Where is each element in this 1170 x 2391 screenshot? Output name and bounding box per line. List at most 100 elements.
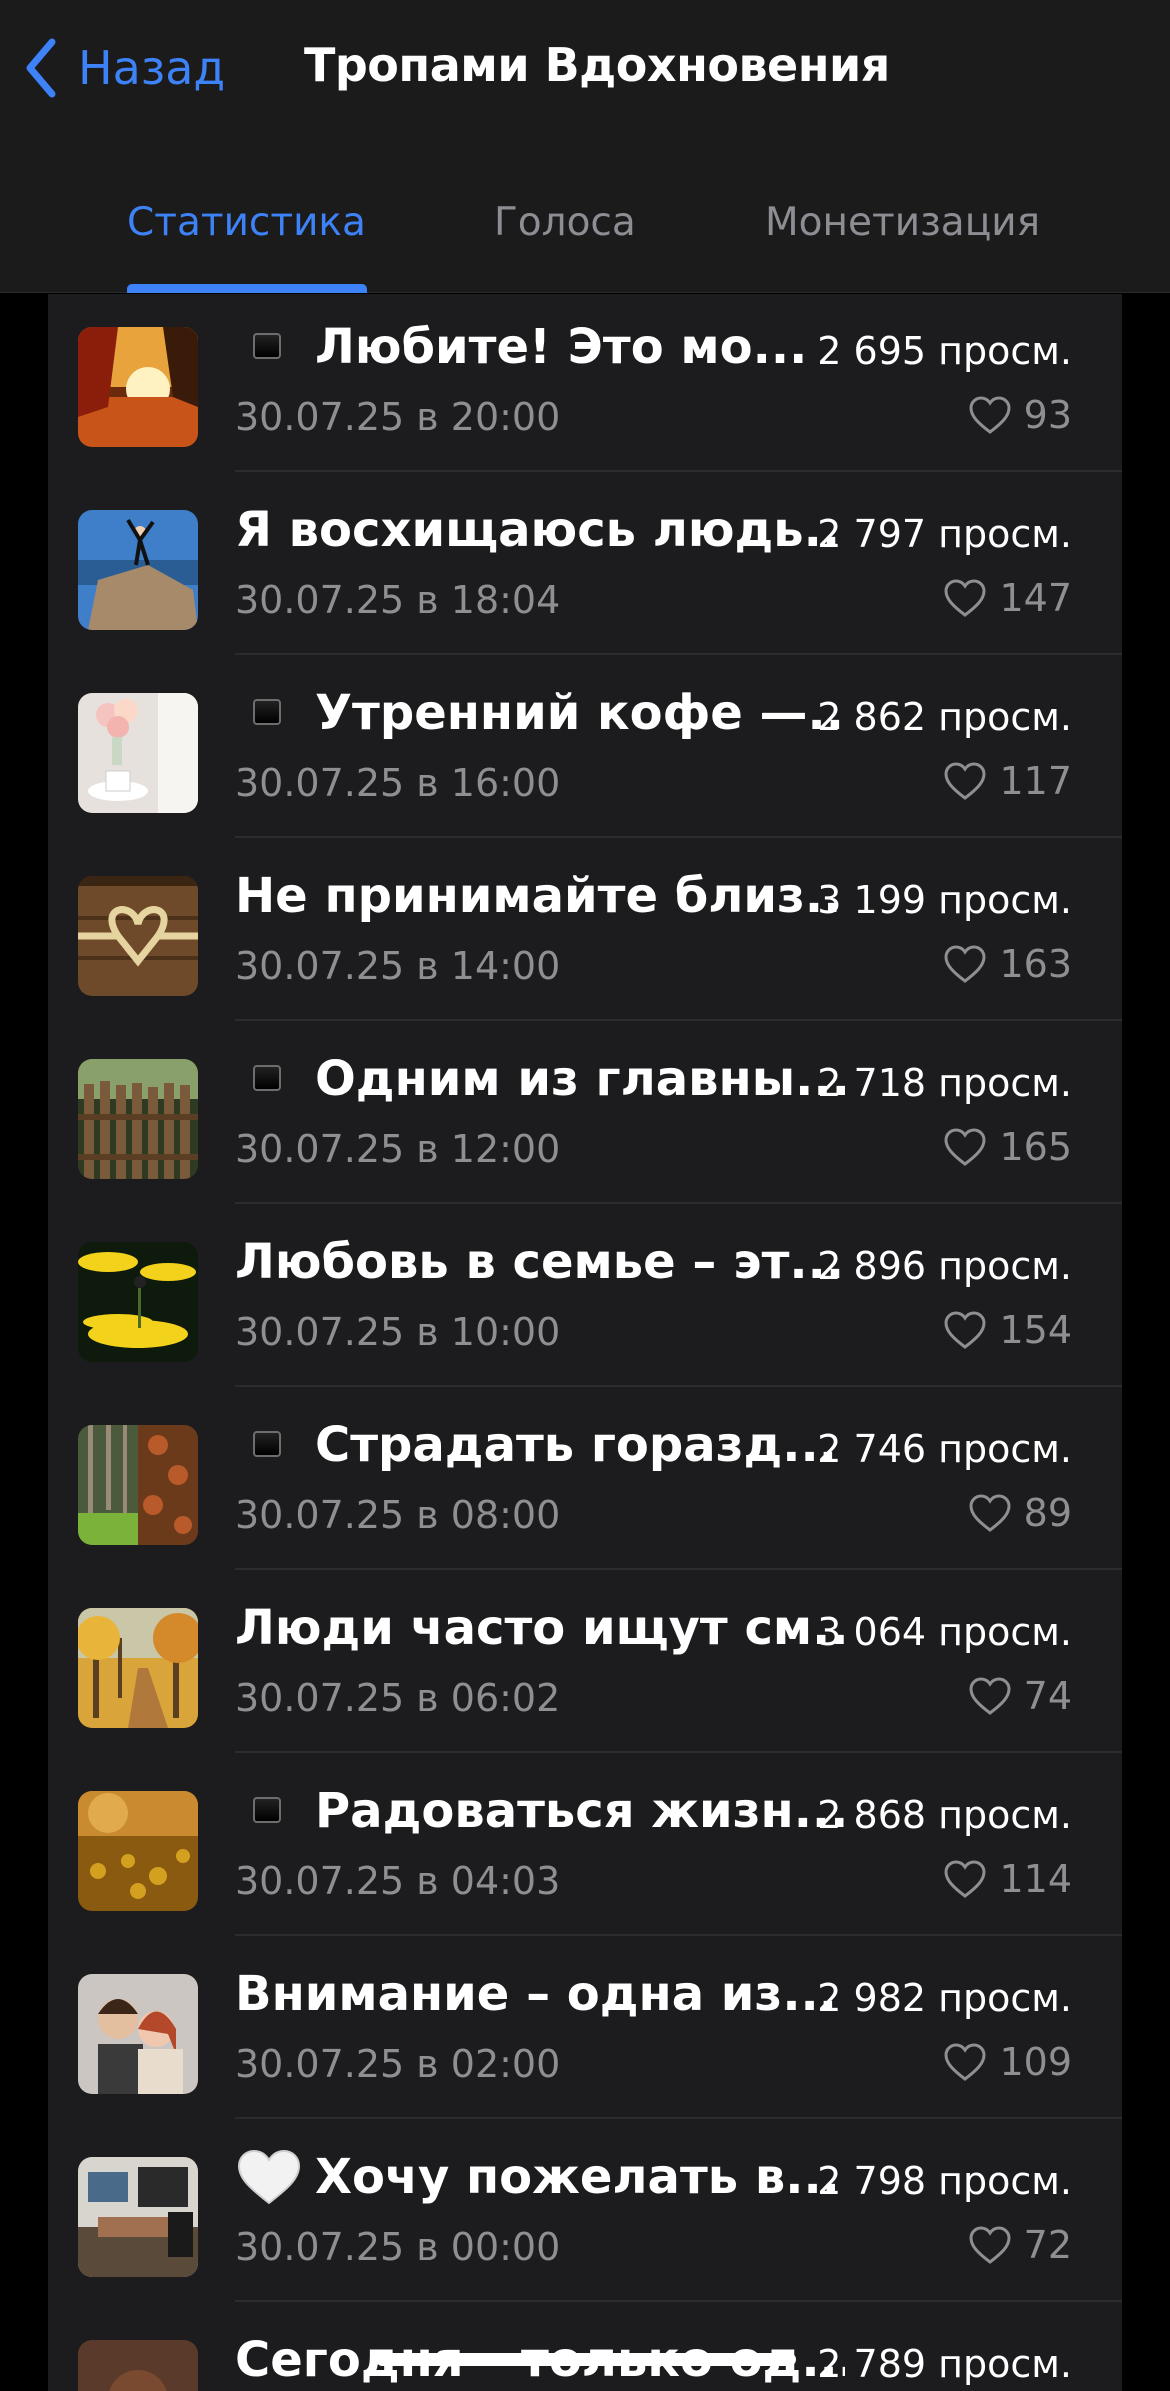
post-thumbnail (78, 1425, 198, 1545)
post-date: 30.07.25 в 14:00 (235, 944, 561, 988)
heart-icon (944, 1860, 986, 1898)
post-date: 30.07.25 в 10:00 (235, 1310, 561, 1354)
post-title-text: Любовь в семье – эт... (235, 1234, 845, 1290)
post-list[interactable]: Любите! Это мо... 30.07.25 в 20:00 2 695 п… (48, 294, 1122, 2391)
likes-count: 147 (999, 576, 1072, 620)
post-date: 30.07.25 в 16:00 (235, 761, 561, 805)
post-date: 30.07.25 в 06:02 (235, 1676, 561, 1720)
post-title: Люди часто ищут см... (235, 1600, 845, 1656)
post-likes: 163 (943, 942, 1072, 986)
post-views: 2 862 просм. (817, 695, 1072, 739)
post-thumbnail (78, 327, 198, 447)
post-title-text: Я восхищаюсь людь... (235, 502, 845, 558)
post-title: Утренний кофе —... (235, 685, 845, 741)
tab-bar: Статистика Голоса Монетизация (0, 190, 1170, 293)
video-icon (235, 1051, 315, 1107)
post-title-text: Радоваться жизн... (315, 1783, 845, 1839)
post-views: 2 789 просм. (817, 2342, 1072, 2386)
post-row[interactable]: Внимание – одна из... 30.07.25 в 02:00 2 9… (48, 1936, 1122, 2119)
post-title-text: Люди часто ищут см... (235, 1600, 845, 1656)
post-title: Внимание – одна из... (235, 1966, 845, 2022)
heart-icon (944, 1128, 986, 1166)
post-row[interactable]: Не принимайте близ... 30.07.25 в 14:00 3 1… (48, 838, 1122, 1021)
post-title: Любовь в семье – эт... (235, 1234, 845, 1290)
post-thumbnail (78, 2157, 198, 2277)
post-title-text: Страдать горазд... (315, 1417, 837, 1473)
post-date: 30.07.25 в 08:00 (235, 1493, 561, 1537)
post-views: 2 718 просм. (817, 1061, 1072, 1105)
post-title-text: Любите! Это мо... (315, 319, 808, 375)
post-row[interactable]: Утренний кофе —... 30.07.25 в 16:00 2 862 … (48, 655, 1122, 838)
likes-count: 163 (999, 942, 1072, 986)
post-title-text: Внимание – одна из... (235, 1966, 838, 2022)
post-row[interactable]: Страдать горазд... 30.07.25 в 08:00 2 746 … (48, 1387, 1122, 1570)
post-row[interactable]: Я восхищаюсь людь... 30.07.25 в 18:04 2 79… (48, 472, 1122, 655)
post-views: 2 798 просм. (817, 2159, 1072, 2203)
post-thumbnail (78, 1974, 198, 2094)
post-title: Радоваться жизн... (235, 1783, 845, 1839)
white-heart-icon (235, 2149, 315, 2205)
post-row[interactable]: Хочу пожелать в... 30.07.25 в 00:00 2 798 … (48, 2119, 1122, 2302)
post-thumbnail (78, 1059, 198, 1179)
post-row[interactable]: Любовь в семье – эт... 30.07.25 в 10:00 2 … (48, 1204, 1122, 1387)
post-likes: 72 (968, 2223, 1072, 2267)
post-views: 2 896 просм. (817, 1244, 1072, 1288)
post-likes: 74 (968, 1674, 1072, 1718)
post-views: 2 868 просм. (817, 1793, 1072, 1837)
tab-statistics[interactable]: Статистика (127, 200, 366, 245)
page-title: Тропами Вдохновения (304, 38, 890, 92)
post-likes: 117 (943, 759, 1072, 803)
post-title: Любите! Это мо... (235, 319, 845, 375)
post-thumbnail (78, 693, 198, 813)
post-views: 2 982 просм. (817, 1976, 1072, 2020)
likes-count: 165 (999, 1125, 1072, 1169)
post-title-text: Одним из главны... (315, 1051, 845, 1107)
post-row[interactable]: Любите! Это мо... 30.07.25 в 20:00 2 695 п… (48, 294, 1122, 472)
heart-icon (944, 762, 986, 800)
post-title: Я восхищаюсь людь... (235, 502, 845, 558)
post-thumbnail (78, 1791, 198, 1911)
heart-icon (969, 396, 1011, 434)
post-title-text: Не принимайте близ... (235, 868, 845, 924)
post-views: 2 746 просм. (817, 1427, 1072, 1471)
post-date: 30.07.25 в 02:00 (235, 2042, 561, 2086)
tab-votes[interactable]: Голоса (494, 200, 636, 245)
post-thumbnail (78, 510, 198, 630)
home-indicator (376, 2353, 796, 2366)
active-tab-indicator (127, 284, 367, 293)
likes-count: 72 (1023, 2223, 1072, 2267)
video-icon (235, 685, 315, 741)
post-row[interactable]: Люди часто ищут см... 30.07.25 в 06:02 3 0… (48, 1570, 1122, 1753)
post-title-text: Хочу пожелать в... (315, 2149, 840, 2205)
post-row[interactable]: Радоваться жизн... 30.07.25 в 04:03 2 868 … (48, 1753, 1122, 1936)
post-title: Хочу пожелать в... (235, 2149, 845, 2205)
post-thumbnail (78, 876, 198, 996)
video-icon (235, 1783, 315, 1839)
back-button[interactable]: Назад (22, 30, 225, 106)
post-date: 30.07.25 в 20:00 (235, 395, 561, 439)
post-likes: 165 (943, 1125, 1072, 1169)
likes-count: 114 (999, 1857, 1072, 1901)
post-row[interactable]: Одним из главны... 30.07.25 в 12:00 2 718 … (48, 1021, 1122, 1204)
likes-count: 89 (1023, 1491, 1072, 1535)
likes-count: 109 (999, 2040, 1072, 2084)
video-icon (235, 1417, 315, 1473)
post-views: 3 199 просм. (817, 878, 1072, 922)
post-thumbnail (78, 1242, 198, 1362)
nav-header: Назад Тропами Вдохновения Статистика Гол… (0, 0, 1170, 293)
heart-icon (969, 2226, 1011, 2264)
heart-icon (969, 1494, 1011, 1532)
heart-icon (944, 579, 986, 617)
tab-monetization[interactable]: Монетизация (765, 200, 1040, 245)
post-title: Одним из главны... (235, 1051, 845, 1107)
video-icon (235, 319, 315, 375)
chevron-left-icon (26, 38, 56, 98)
post-title: Не принимайте близ... (235, 868, 845, 924)
heart-icon (969, 1677, 1011, 1715)
post-views: 2 695 просм. (817, 329, 1072, 373)
post-likes: 114 (943, 1857, 1072, 1901)
post-thumbnail (78, 1608, 198, 1728)
post-likes: 147 (943, 576, 1072, 620)
back-label: Назад (78, 41, 226, 95)
post-row[interactable]: Сегодня – только од...2 789 просм. (48, 2302, 1122, 2391)
